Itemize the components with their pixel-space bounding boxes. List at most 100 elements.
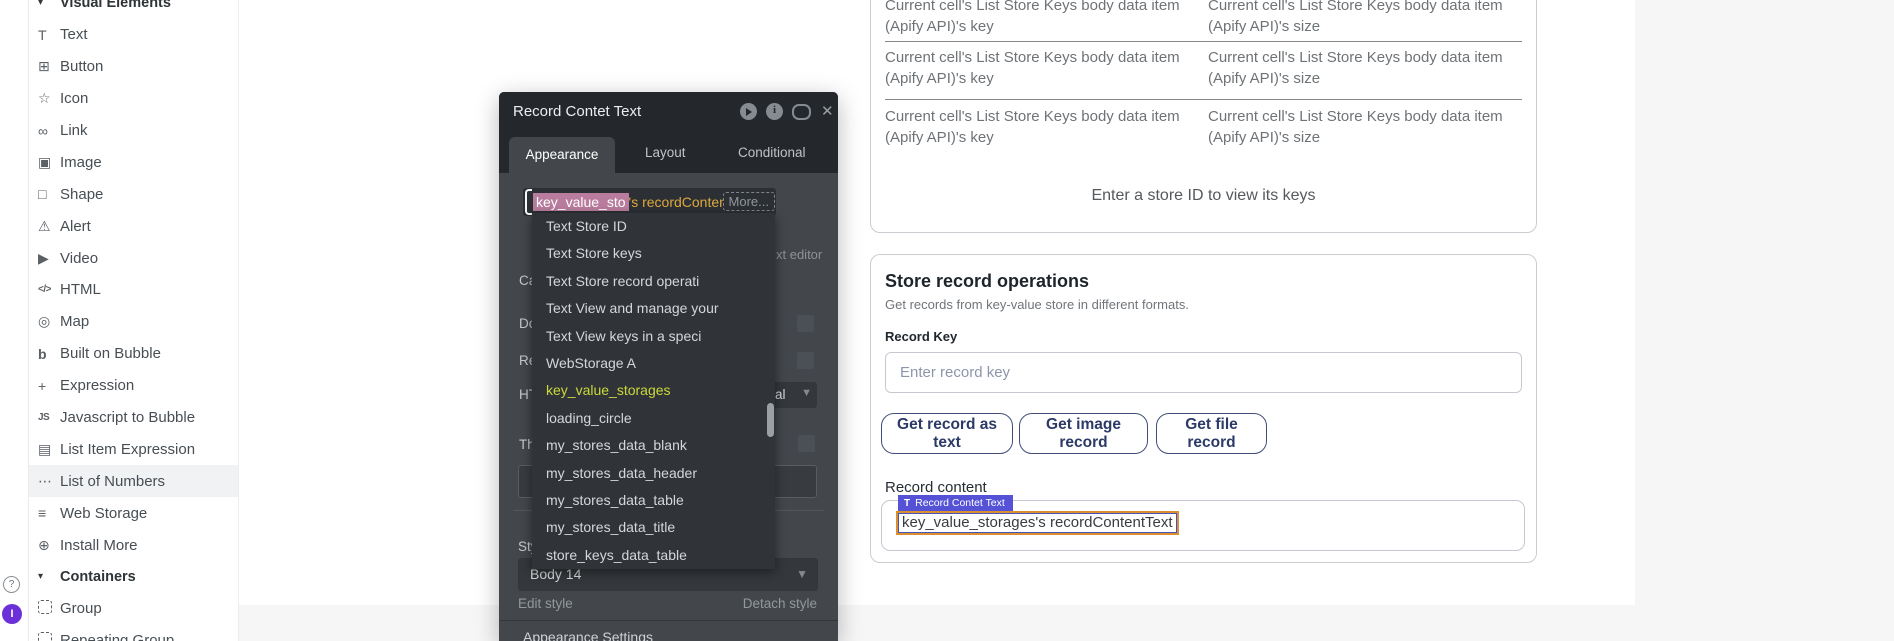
- chevron-down-icon: ▼: [801, 387, 812, 399]
- panel-tabbar: Appearance Layout Conditional: [499, 132, 838, 173]
- keys-row-size: Current cell's List Store Keys body data…: [1208, 47, 1513, 89]
- palette-item-shape[interactable]: □Shape: [28, 178, 238, 210]
- palette-item-javascript-to-bubble[interactable]: JSJavascript to Bubble: [28, 402, 238, 434]
- dropdown-option[interactable]: my_stores_data_blank: [532, 432, 775, 459]
- palette-item-text[interactable]: TText: [28, 19, 238, 51]
- palette-item-web-storage[interactable]: ≡Web Storage: [28, 497, 238, 529]
- edit-style-link[interactable]: Edit style: [518, 596, 573, 611]
- alert-icon: ⚠: [38, 218, 60, 235]
- row-divider: [885, 41, 1522, 42]
- tab-appearance[interactable]: Appearance: [509, 137, 615, 173]
- store-keys-card: Current cell's List Store Keys body data…: [870, 0, 1537, 233]
- palette-item-expression[interactable]: +Expression: [28, 370, 238, 402]
- element-palette: ▾Visual Elements TText ⊞Button ☆Icon ∞Li…: [28, 0, 239, 641]
- map-pin-icon: ◎: [38, 313, 60, 330]
- rich-text-editor-link[interactable]: xt editor: [776, 247, 822, 262]
- palette-item-icon[interactable]: ☆Icon: [28, 83, 238, 115]
- preview-run-icon[interactable]: [740, 103, 758, 121]
- dropdown-option[interactable]: WebStorage A: [532, 350, 775, 377]
- dropdown-option[interactable]: my_stores_data_header: [532, 460, 775, 487]
- help-icon[interactable]: ?: [3, 576, 20, 593]
- keys-row-key: Current cell's List Store Keys body data…: [885, 106, 1190, 148]
- tab-conditional[interactable]: Conditional: [738, 132, 806, 173]
- keys-row-key: Current cell's List Store Keys body data…: [885, 47, 1190, 89]
- button-icon: ⊞: [38, 58, 60, 75]
- dropdown-option[interactable]: Text View keys in a speci: [532, 323, 775, 350]
- link-icon: ∞: [38, 123, 60, 139]
- get-file-record-button[interactable]: Get file record: [1156, 413, 1267, 454]
- ellipsis-icon: ⋯: [38, 473, 60, 490]
- palette-item-list-item-expression[interactable]: ▤List Item Expression: [28, 433, 238, 465]
- dropdown-option[interactable]: Text Store record operati: [532, 268, 775, 295]
- dropdown-option[interactable]: Text Store ID: [532, 213, 775, 240]
- group-icon: [38, 600, 60, 617]
- dropdown-option[interactable]: Text Store keys: [532, 240, 775, 267]
- palette-item-image[interactable]: ▣Image: [28, 146, 238, 178]
- plus-circle-icon: ⊕: [38, 537, 60, 554]
- section-visual-elements[interactable]: ▾Visual Elements: [28, 0, 238, 19]
- record-key-label: Record Key: [885, 329, 957, 344]
- info-icon[interactable]: i: [766, 103, 784, 121]
- keys-row-key: Current cell's List Store Keys body data…: [885, 0, 1190, 37]
- get-record-as-text-button[interactable]: Get record as text: [881, 413, 1013, 454]
- more-button[interactable]: More...: [723, 192, 775, 211]
- keys-row-size: Current cell's List Store Keys body data…: [1208, 106, 1513, 148]
- panel-title: Record Contet Text: [513, 103, 641, 120]
- card-title: Store record operations: [885, 271, 1089, 292]
- text-element-icon: T: [904, 498, 910, 509]
- selected-element-badge[interactable]: T Record Contet Text: [898, 495, 1013, 512]
- panel-body: key_value_sto 's recordContentText More.…: [499, 173, 838, 641]
- get-image-record-button[interactable]: Get image record: [1019, 413, 1148, 454]
- palette-item-repeating-group[interactable]: Repeating Group: [28, 625, 238, 641]
- palette-item-button[interactable]: ⊞Button: [28, 51, 238, 83]
- palette-item-install-more[interactable]: ⊕Install More: [28, 529, 238, 561]
- palette-item-built-on-bubble[interactable]: bBuilt on Bubble: [28, 338, 238, 370]
- section-containers[interactable]: ▾Containers: [28, 561, 238, 593]
- bubble-editor: ? I ▾Visual Elements TText ⊞Button ☆Icon…: [0, 0, 1894, 641]
- palette-item-html[interactable]: </>HTML: [28, 274, 238, 306]
- detach-style-link[interactable]: Detach style: [743, 596, 817, 611]
- palette-item-link[interactable]: ∞Link: [28, 115, 238, 147]
- keys-row-size: Current cell's List Store Keys body data…: [1208, 0, 1513, 37]
- video-icon: ▶: [38, 250, 60, 267]
- palette-item-group[interactable]: Group: [28, 593, 238, 625]
- checkbox[interactable]: [797, 315, 814, 332]
- dropdown-option[interactable]: loading_circle: [532, 405, 775, 432]
- expression-autocomplete-dropdown: Text Store ID Text Store keys Text Store…: [532, 213, 775, 569]
- record-key-input[interactable]: [885, 352, 1522, 393]
- expression-token-selected[interactable]: key_value_sto: [533, 193, 629, 211]
- image-icon: ▣: [38, 154, 60, 171]
- dropdown-scrollbar[interactable]: [767, 403, 774, 437]
- dropdown-option-highlighted[interactable]: key_value_storages: [532, 377, 775, 404]
- close-icon[interactable]: ✕: [821, 103, 839, 121]
- repeating-group-icon: [38, 632, 60, 641]
- star-icon: ☆: [38, 90, 60, 107]
- palette-item-video[interactable]: ▶Video: [28, 242, 238, 274]
- bubble-icon: b: [38, 346, 60, 362]
- field-bracket-icon: [525, 189, 532, 215]
- left-rail: ? I: [0, 0, 29, 641]
- checkbox[interactable]: [798, 435, 815, 452]
- dropdown-option[interactable]: my_stores_data_table: [532, 487, 775, 514]
- js-icon: JS: [38, 412, 60, 423]
- text-icon: T: [38, 27, 60, 43]
- comment-icon[interactable]: [792, 103, 810, 121]
- palette-item-map[interactable]: ◎Map: [28, 306, 238, 338]
- tab-layout[interactable]: Layout: [645, 132, 686, 173]
- palette-item-list-of-numbers[interactable]: ⋯List of Numbers: [28, 465, 238, 497]
- palette-list: ▾Visual Elements TText ⊞Button ☆Icon ∞Li…: [28, 0, 238, 641]
- row-divider: [885, 99, 1522, 100]
- collapse-caret-icon: ▾: [38, 0, 60, 8]
- checkbox[interactable]: [797, 352, 814, 369]
- collapse-caret-icon: ▾: [38, 571, 60, 582]
- store-record-operations-card: Store record operations Get records from…: [870, 254, 1537, 563]
- intercom-badge[interactable]: I: [2, 604, 22, 624]
- palette-item-alert[interactable]: ⚠Alert: [28, 210, 238, 242]
- property-editor-panel: Record Contet Text i ✕ Appearance Layout…: [499, 92, 838, 641]
- panel-header[interactable]: Record Contet Text i ✕: [499, 92, 838, 132]
- dropdown-option[interactable]: store_keys_data_table: [532, 542, 775, 569]
- dynamic-expression-field[interactable]: key_value_sto 's recordContentText More.…: [523, 188, 776, 216]
- selected-text-element[interactable]: key_value_storages's recordContentText: [896, 511, 1179, 535]
- dropdown-option[interactable]: Text View and manage your: [532, 295, 775, 322]
- dropdown-option[interactable]: my_stores_data_title: [532, 514, 775, 541]
